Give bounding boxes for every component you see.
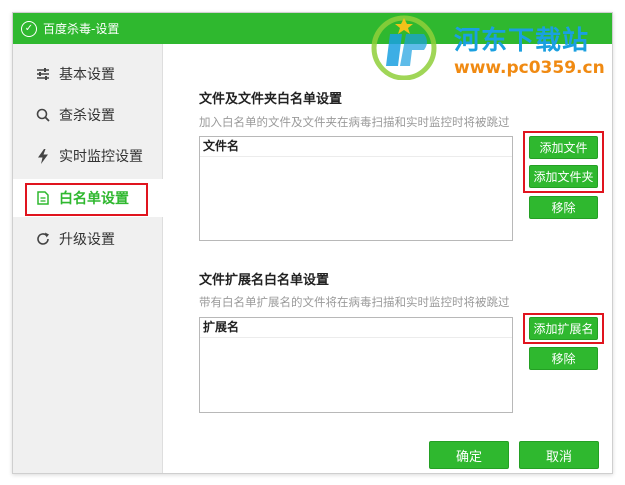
ok-button[interactable]: 确定	[429, 441, 509, 469]
remove-file-button[interactable]: 移除	[529, 196, 598, 219]
watermark-site-name: 河东下载站	[454, 26, 590, 56]
site-watermark: 河东下载站 www.pc0359.cn	[368, 14, 618, 84]
sidebar-item-realtime[interactable]: 实时监控设置	[13, 137, 163, 175]
refresh-icon	[35, 231, 51, 247]
sidebar-item-basic[interactable]: 基本设置	[13, 55, 163, 93]
file-whitelist-description: 加入白名单的文件及文件夹在病毒扫描和实时监控时将被跳过	[199, 115, 510, 129]
extension-column-header[interactable]: 扩展名	[200, 318, 512, 338]
add-file-button[interactable]: 添加文件	[529, 136, 598, 159]
add-folder-button[interactable]: 添加文件夹	[529, 165, 598, 188]
settings-content: 文件及文件夹白名单设置 加入白名单的文件及文件夹在病毒扫描和实时监控时将被跳过 …	[164, 44, 612, 473]
ext-whitelist-list[interactable]: 扩展名	[199, 317, 513, 413]
file-name-column-header[interactable]: 文件名	[200, 137, 512, 157]
watermark-site-url: www.pc0359.cn	[454, 58, 605, 78]
sidebar-item-label: 基本设置	[59, 67, 115, 83]
sidebar-item-label: 查杀设置	[59, 108, 115, 124]
file-whitelist-title: 文件及文件夹白名单设置	[199, 92, 343, 107]
sidebar-item-label: 白名单设置	[59, 191, 129, 207]
document-icon	[35, 190, 51, 206]
sidebar-item-label: 升级设置	[59, 232, 115, 248]
settings-sidebar: 基本设置 查杀设置 实时监控设置 白名单设置 升级设置	[13, 44, 163, 473]
sliders-icon	[35, 66, 51, 82]
sidebar-item-label: 实时监控设置	[59, 149, 143, 165]
ext-whitelist-description: 带有白名单扩展名的文件将在病毒扫描和实时监控时将被跳过	[199, 295, 510, 309]
add-extension-button[interactable]: 添加扩展名	[529, 317, 598, 340]
sidebar-item-update[interactable]: 升级设置	[13, 220, 163, 258]
window-title: 百度杀毒-设置	[43, 22, 120, 36]
baidu-antivirus-logo-icon: ✓	[21, 20, 37, 37]
sidebar-item-scan[interactable]: 查杀设置	[13, 96, 163, 134]
remove-extension-button[interactable]: 移除	[529, 347, 598, 370]
file-whitelist-list[interactable]: 文件名	[199, 136, 513, 241]
watermark-logo-icon	[371, 15, 437, 80]
cancel-button[interactable]: 取消	[519, 441, 599, 469]
sidebar-item-whitelist[interactable]: 白名单设置	[13, 179, 163, 217]
lightning-icon	[35, 148, 51, 164]
search-icon	[35, 107, 51, 123]
ext-whitelist-title: 文件扩展名白名单设置	[199, 273, 330, 288]
